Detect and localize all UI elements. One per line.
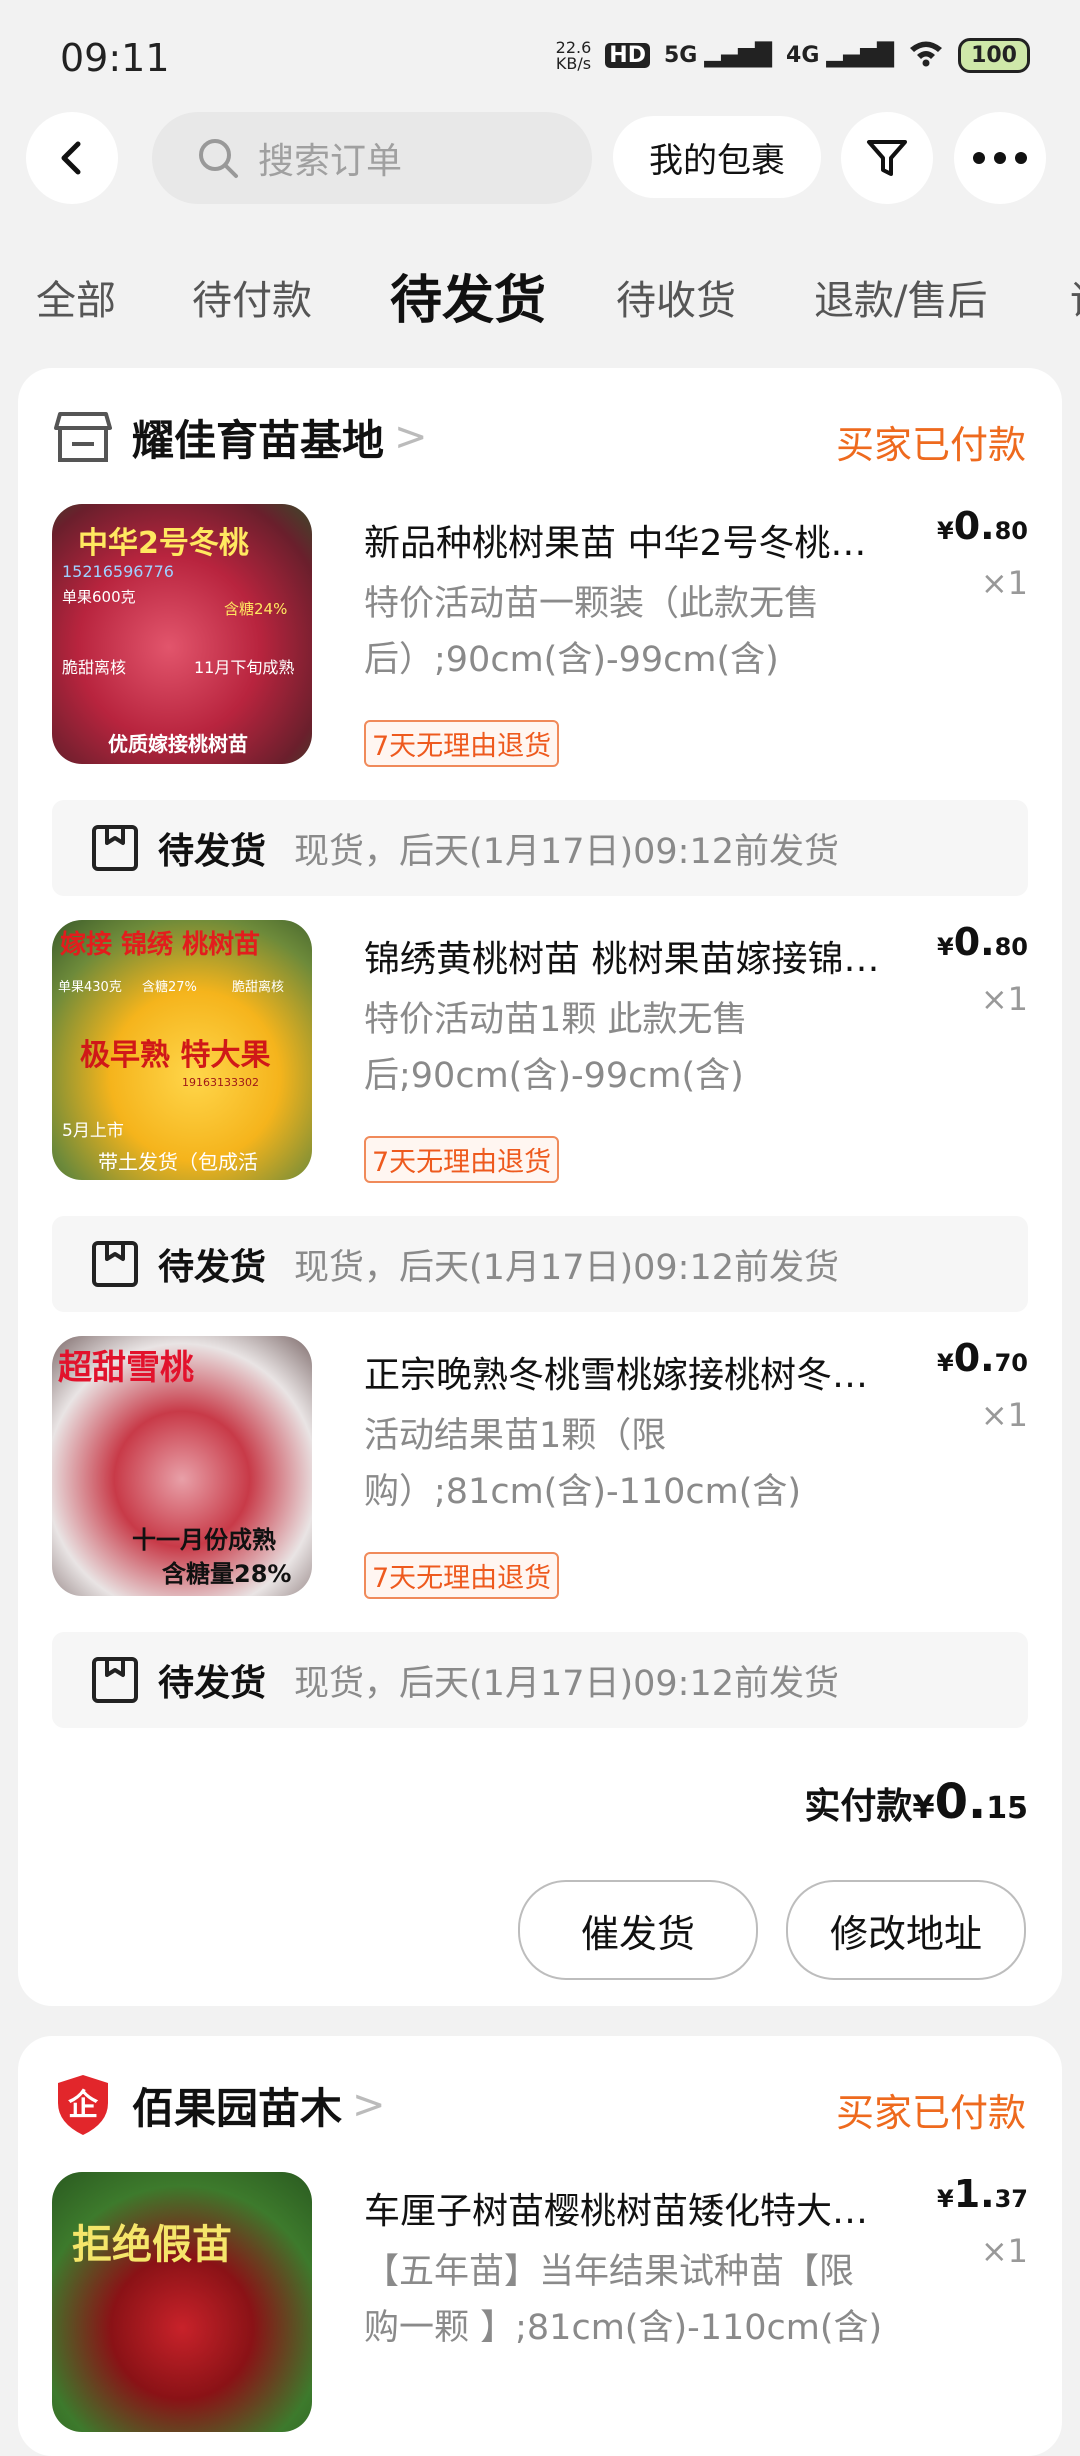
package-icon	[92, 1657, 138, 1703]
return-policy-badge: 7天无理由退货	[364, 1136, 560, 1183]
product-quantity: ×1	[980, 1396, 1028, 1434]
shipping-status: 待发货	[158, 1247, 267, 1288]
product-price: ¥0.80	[937, 504, 1028, 548]
order-status: 买家已付款	[835, 423, 1026, 467]
product-quantity: ×1	[980, 980, 1028, 1018]
product-image[interactable]: 中华2号冬桃 15216596776 单果600克 含糖24% 脆甜离核 11月…	[52, 504, 312, 764]
back-button[interactable]	[26, 112, 118, 204]
return-policy-badge: 7天无理由退货	[364, 1552, 560, 1599]
product-spec: 特价活动苗一颗装（此款无售 后）;90cm(含)-99cm(含)	[364, 584, 820, 680]
product-spec: 【五年苗】当年结果试种苗【限 购一颗 】;81cm(含)-110cm(含)	[364, 2252, 883, 2348]
order-item[interactable]: 中华2号冬桃 15216596776 单果600克 含糖24% 脆甜离核 11月…	[52, 504, 1028, 774]
more-button[interactable]	[954, 112, 1046, 204]
order-item[interactable]: 拒绝假苗 车厘子树苗樱桃树苗矮化特大… 【五年苗】当年结果试种苗【限 购一颗 】…	[52, 2172, 1028, 2442]
shipping-status: 待发货	[158, 1663, 267, 1704]
hd-icon: HD	[605, 43, 650, 68]
svg-text:企: 企	[68, 2088, 99, 2123]
product-price: ¥0.70	[937, 1336, 1028, 1380]
tab-pending-receipt[interactable]: 待收货	[616, 268, 736, 326]
product-image[interactable]: 嫁接 锦绣 桃树苗 单果430克 含糖27% 脆甜离核 极早熟 特大果 1916…	[52, 920, 312, 1180]
package-icon	[92, 825, 138, 871]
shipping-status: 待发货	[158, 831, 267, 872]
product-quantity: ×1	[980, 2232, 1028, 2270]
shipping-info[interactable]: 待发货 现货，后天(1月17日)09:12前发货	[52, 1632, 1028, 1728]
order-card[interactable]: 企 佰果园苗木 > 买家已付款 拒绝假苗 车厘子树苗樱桃树苗矮化特大… 【五年苗…	[18, 2036, 1062, 2456]
search-input[interactable]: 搜索订单	[152, 112, 592, 204]
status-bar: 09:11 22.6 KB/s HD 5G ▂▄▆█ 4G ▂▄▆█ 100	[0, 0, 1080, 110]
order-total: 实付款¥0.15	[804, 1774, 1028, 1830]
order-item[interactable]: 嫁接 锦绣 桃树苗 单果430克 含糖27% 脆甜离核 极早熟 特大果 1916…	[52, 920, 1028, 1190]
product-quantity: ×1	[980, 564, 1028, 602]
battery-icon: 100	[958, 38, 1030, 73]
shop-name: 耀佳育苗基地	[132, 415, 385, 465]
filter-icon	[867, 140, 907, 176]
top-bar: 搜索订单 我的包裹	[0, 110, 1080, 220]
status-icons: 22.6 KB/s HD 5G ▂▄▆█ 4G ▂▄▆█ 100	[556, 38, 1030, 73]
return-policy-badge: 7天无理由退货	[364, 720, 560, 767]
search-icon	[199, 139, 238, 178]
order-status: 买家已付款	[835, 2091, 1026, 2135]
shipping-desc: 现货，后天(1月17日)09:12前发货	[294, 1247, 839, 1288]
order-item[interactable]: 超甜雪桃 十一月份成熟 含糖量28% 正宗晚熟冬桃雪桃嫁接桃树冬… 活动结果苗1…	[52, 1336, 1028, 1606]
signal-5g-icon: 5G ▂▄▆█	[663, 43, 773, 68]
back-arrow-icon	[61, 141, 81, 175]
filter-button[interactable]	[841, 112, 933, 204]
shipping-desc: 现货，后天(1月17日)09:12前发货	[294, 831, 839, 872]
chevron-right-icon: >	[352, 2082, 386, 2128]
order-tabs: 全部 待付款 待发货 待收货 退款/售后 评	[0, 250, 1080, 340]
shop-header[interactable]: 企 佰果园苗木 > 买家已付款	[54, 2070, 1026, 2140]
more-dots-icon	[973, 152, 1027, 164]
signal-4g-icon: 4G ▂▄▆█	[786, 43, 895, 68]
chevron-right-icon: >	[394, 414, 428, 460]
wifi-icon	[908, 39, 944, 73]
search-placeholder: 搜索订单	[258, 141, 403, 182]
urge-shipment-button[interactable]: 催发货	[518, 1880, 758, 1980]
product-price: ¥0.80	[937, 920, 1028, 964]
product-title[interactable]: 车厘子树苗樱桃树苗矮化特大…	[364, 2182, 924, 2234]
tab-more[interactable]: 评	[1070, 268, 1080, 326]
product-spec: 特价活动苗1颗 此款无售 后;90cm(含)-99cm(含)	[364, 1000, 748, 1096]
order-card[interactable]: 耀佳育苗基地 > 买家已付款 中华2号冬桃 15216596776 单果600克…	[18, 368, 1062, 2006]
product-title[interactable]: 锦绣黄桃树苗 桃树果苗嫁接锦…	[364, 930, 924, 982]
shop-name: 佰果园苗木	[132, 2083, 343, 2133]
tab-pending-payment[interactable]: 待付款	[192, 268, 312, 326]
shipping-info[interactable]: 待发货 现货，后天(1月17日)09:12前发货	[52, 800, 1028, 896]
product-spec: 活动结果苗1颗（限 购）;81cm(含)-110cm(含)	[364, 1416, 802, 1512]
shipping-desc: 现货，后天(1月17日)09:12前发货	[294, 1663, 839, 1704]
my-packages-button[interactable]: 我的包裹	[613, 116, 821, 198]
tab-refund[interactable]: 退款/售后	[814, 268, 987, 326]
product-price: ¥1.37	[937, 2172, 1028, 2216]
shipping-info[interactable]: 待发货 现货，后天(1月17日)09:12前发货	[52, 1216, 1028, 1312]
tab-all[interactable]: 全部	[36, 268, 116, 326]
product-image[interactable]: 拒绝假苗	[52, 2172, 312, 2432]
package-icon	[92, 1241, 138, 1287]
enterprise-badge-icon: 企	[58, 2075, 108, 2135]
shop-header[interactable]: 耀佳育苗基地 > 买家已付款	[54, 402, 1026, 472]
product-title[interactable]: 新品种桃树果苗 中华2号冬桃…	[364, 514, 924, 566]
clock: 09:11	[60, 36, 170, 80]
product-title[interactable]: 正宗晚熟冬桃雪桃嫁接桃树冬…	[364, 1346, 924, 1398]
tab-pending-shipment[interactable]: 待发货	[390, 258, 546, 333]
change-address-button[interactable]: 修改地址	[786, 1880, 1026, 1980]
product-image[interactable]: 超甜雪桃 十一月份成熟 含糖量28%	[52, 1336, 312, 1596]
shop-icon	[54, 412, 112, 462]
net-speed: 22.6 KB/s	[555, 37, 592, 73]
